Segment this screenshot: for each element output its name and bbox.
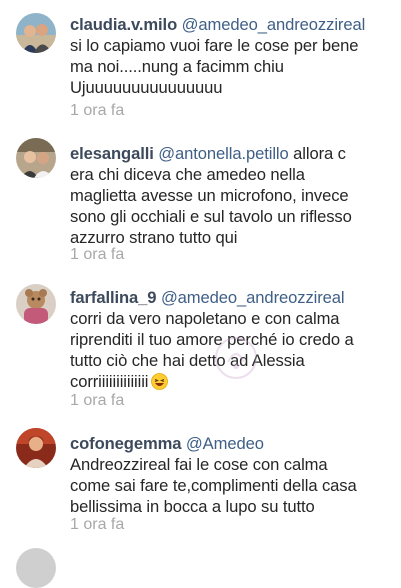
avatar[interactable] (16, 13, 56, 53)
comment-text-line: si lo capiamo vuoi fare le cose per bene (70, 36, 359, 55)
comment-item: cofonegemma @Amedeo Andreozzireal fai le… (0, 420, 401, 555)
comment-mention[interactable]: @antonella.petillo (158, 144, 288, 163)
comment-item: elesangalli @antonella.petillo allora c … (0, 130, 401, 278)
comment-timestamp: 1 ora fa (70, 392, 125, 409)
comment-text-line: come sai fare te,complimenti della casa (70, 476, 357, 495)
comment-text-line: corri da vero napoletano e con calma (70, 309, 340, 328)
comment-timestamp: 1 ora fa (70, 102, 125, 119)
comment-text-line: Ujuuuuuuuuuuuuuuu (70, 78, 223, 97)
comment-text-line: ma noi.....nung a facimm chiu (70, 57, 284, 76)
comment-text-line: bellissima in bocca a lupo su tutto (70, 497, 315, 516)
avatar[interactable] (16, 284, 56, 324)
comment-timestamp: 1 ora fa (70, 246, 125, 263)
comment-item: farfallina_9 @amedeo_andreozzireal corri… (0, 278, 401, 420)
avatar[interactable] (16, 548, 56, 588)
comment-item: claudia.v.milo @amedeo_andreozzireal si … (0, 0, 401, 130)
comment-mention[interactable]: @amedeo_andreozzireal (182, 15, 366, 34)
comment-text-line: riprenditi il tuo amore perché io credo … (70, 330, 354, 349)
comment-username[interactable]: cofonegemma (70, 434, 182, 453)
avatar[interactable] (16, 138, 56, 178)
comment-text-line: era chi diceva che amedeo nella (70, 165, 305, 184)
user-avatar-photo-icon (16, 284, 56, 324)
user-avatar-photo-icon (16, 428, 56, 468)
comment-text-line: tutto ciò che hai detto ad Alessia (70, 351, 305, 370)
comment-mention[interactable]: @Amedeo (186, 434, 264, 453)
comment-username[interactable]: elesangalli (70, 144, 154, 163)
comment-text-line: sono gli occhiali e sul tavolo un rifles… (70, 207, 352, 226)
comment-text-line: Andreozzireal fai le cose con calma (70, 455, 328, 474)
user-avatar-photo-icon (16, 138, 56, 178)
comment-mention[interactable]: @amedeo_andreozzireal (161, 288, 345, 307)
laughing-emoji-icon (151, 373, 169, 390)
user-avatar-photo-icon (16, 13, 56, 53)
comment-timestamp: 1 ora fa (70, 516, 125, 533)
comment-username[interactable]: farfallina_9 (70, 288, 157, 307)
comment-text-line: maglietta avesse un microfono, invece (70, 186, 349, 205)
comment-text-inline: allora c (288, 144, 346, 163)
avatar[interactable] (16, 428, 56, 468)
comment-text-line: azzurro strano tutto qui (70, 228, 238, 247)
comment-text-line: corriiiiiiiiiiiiii (70, 372, 149, 391)
comment-username[interactable]: claudia.v.milo (70, 15, 177, 34)
